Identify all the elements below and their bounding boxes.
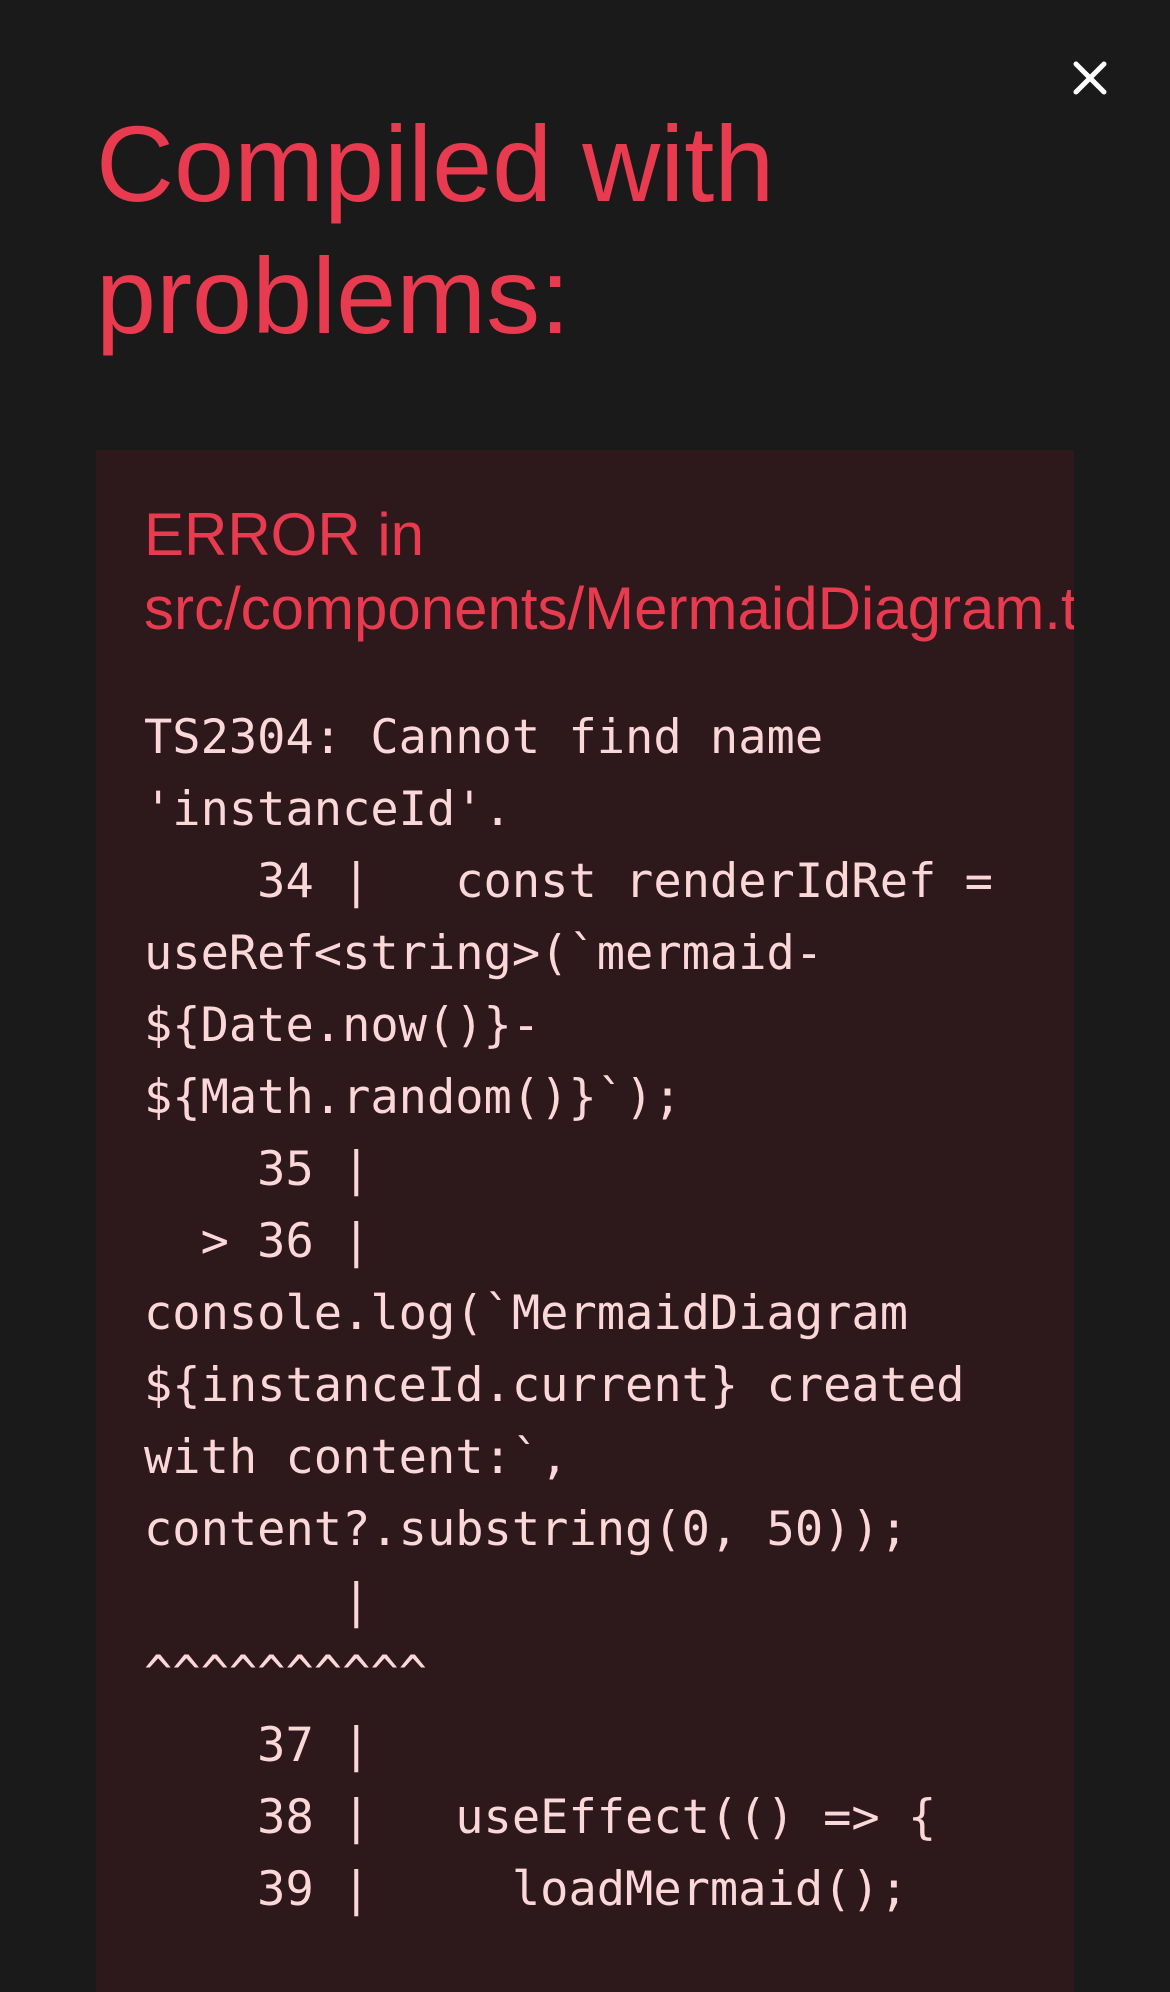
error-overlay: Compiled with problems: ERROR in src/com…: [0, 0, 1170, 1992]
page-title: Compiled with problems:: [96, 103, 775, 356]
close-icon: [1073, 61, 1107, 95]
error-header-prefix: ERROR in: [144, 501, 425, 568]
error-message: TS2304: Cannot find name 'instanceId'. 3…: [144, 710, 993, 1917]
error-file-path: src/components/MermaidDiagram.tsx: [144, 575, 1074, 642]
error-panel: ERROR in src/components/MermaidDiagram.t…: [96, 450, 1074, 1992]
close-button[interactable]: [1052, 40, 1128, 116]
error-header: ERROR in src/components/MermaidDiagram.t…: [144, 498, 1074, 646]
